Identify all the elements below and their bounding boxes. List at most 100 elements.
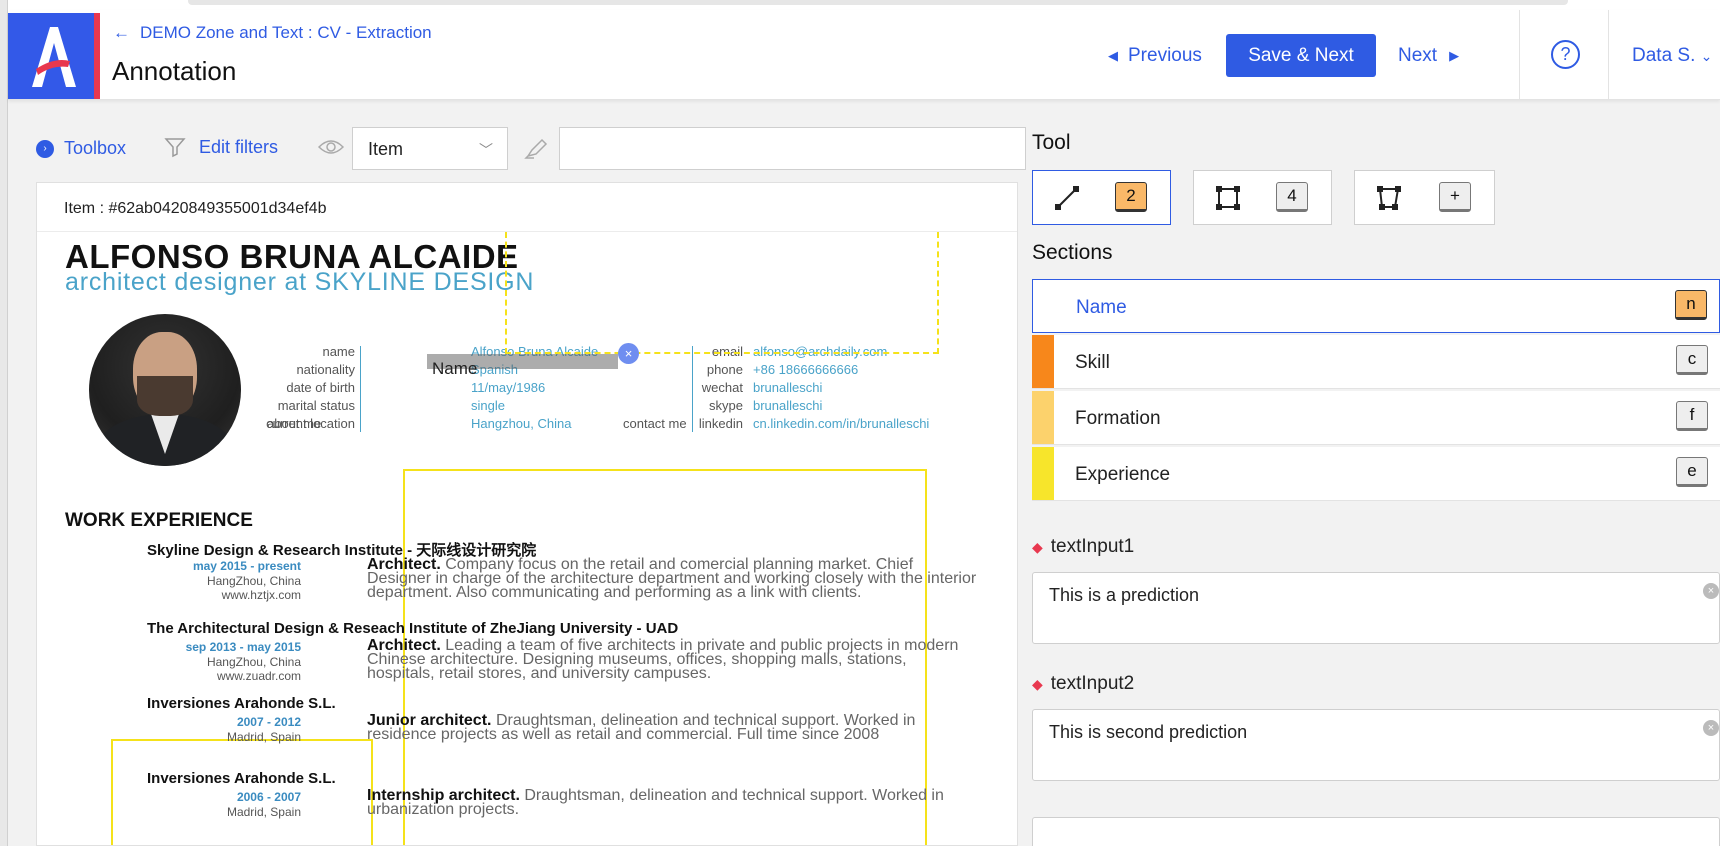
- breadcrumb[interactable]: ← DEMO Zone and Text : CV - Extraction: [113, 23, 432, 43]
- job-date: sep 2013 - may 2015: [185, 640, 301, 654]
- work-experience-title: WORK EXPERIENCE: [65, 510, 253, 531]
- view-select-value: Item: [368, 139, 404, 159]
- section-item-name[interactable]: Name n: [1032, 279, 1720, 333]
- info-label: current location: [266, 416, 355, 431]
- info-value: 11/may/1986: [471, 380, 546, 395]
- job-company: Inversiones Arahonde S.L.: [147, 695, 336, 712]
- section-item-formation[interactable]: Formation f: [1032, 391, 1720, 445]
- job-date: 2006 - 2007: [236, 790, 301, 804]
- app-logo[interactable]: [8, 13, 100, 99]
- view-select[interactable]: Item ﹀: [352, 127, 508, 170]
- help-icon[interactable]: ?: [1551, 40, 1580, 69]
- clear-icon[interactable]: ×: [1703, 583, 1719, 599]
- info-value: cn.linkedin.com/in/brunalleschi: [753, 416, 930, 431]
- text-input-1-label: ◆ textInput1: [1032, 536, 1135, 557]
- info-label: nationality: [296, 362, 355, 377]
- section-item-experience[interactable]: Experience e: [1032, 447, 1720, 501]
- save-next-button[interactable]: Save & Next: [1226, 34, 1376, 77]
- divider: [1608, 10, 1609, 100]
- next-label: Next: [1398, 45, 1438, 66]
- shortcut-key: 2: [1115, 182, 1147, 212]
- shortcut-key: c: [1676, 345, 1708, 375]
- arrow-left-icon: ←: [113, 23, 130, 42]
- highlighter-icon[interactable]: [524, 136, 550, 160]
- text-input-3[interactable]: [1032, 817, 1720, 846]
- line-tool-button[interactable]: 2: [1032, 170, 1171, 225]
- job-website: www.hztjx.com: [221, 588, 301, 602]
- user-menu[interactable]: Data S. ⌄: [1632, 45, 1712, 67]
- annotation-zone-dashed[interactable]: [505, 232, 939, 354]
- job-location: Madrid, Spain: [226, 805, 301, 819]
- text-input-2-value: This is second prediction: [1049, 722, 1248, 742]
- rectangle-tool-icon: [1216, 186, 1240, 210]
- job-description: Architect. Leading a team of five archit…: [367, 637, 959, 682]
- tag-icon: ◆: [1032, 675, 1043, 692]
- divider: [1519, 10, 1520, 100]
- info-value: brunalleschi: [753, 398, 823, 413]
- document-panel: Item : #62ab0420849355001d34ef4b ALFONSO…: [36, 182, 1018, 846]
- info-divider: [692, 346, 693, 432]
- info-label: date of birth: [286, 380, 355, 395]
- line-tool-icon: [1055, 186, 1079, 210]
- job-description: Junior architect. Draughtsman, delineati…: [367, 712, 916, 743]
- info-value: brunalleschi: [753, 380, 823, 395]
- section-label: Skill: [1075, 352, 1110, 373]
- search-input[interactable]: [559, 127, 1026, 170]
- filter-icon: [164, 138, 186, 158]
- section-color: [1032, 391, 1054, 444]
- toolbox-button[interactable]: › Toolbox: [36, 138, 126, 159]
- next-button[interactable]: Next ▶: [1398, 45, 1459, 67]
- breadcrumb-label: DEMO Zone and Text : CV - Extraction: [140, 23, 432, 42]
- info-label: marital status: [277, 398, 355, 413]
- section-item-skill[interactable]: Skill c: [1032, 335, 1720, 389]
- toolbox-label: Toolbox: [64, 138, 127, 158]
- left-gutter: [0, 0, 8, 846]
- text-input-1-value: This is a prediction: [1049, 585, 1200, 605]
- eye-icon[interactable]: [318, 138, 344, 156]
- filter-bar: › Toolbox Edit filters Item ﹀: [8, 100, 1028, 180]
- polygon-tool-button[interactable]: +: [1354, 170, 1495, 225]
- page-title: Annotation: [112, 56, 237, 86]
- contact-me-label: contact me: [623, 416, 687, 431]
- job-company: The Architectural Design & Reseach Insti…: [147, 620, 679, 637]
- chevron-right-circle-icon: ›: [36, 139, 54, 158]
- info-divider: [360, 346, 361, 432]
- section-label: Formation: [1075, 408, 1161, 429]
- text-input-1[interactable]: This is a prediction ×: [1032, 572, 1720, 644]
- info-label: phone: [706, 362, 743, 377]
- clear-icon[interactable]: ×: [1703, 720, 1719, 736]
- cv-image[interactable]: ALFONSO BRUNA ALCAIDE architect designer…: [37, 232, 1017, 845]
- annotation-panel: Tool 2 4 + Sections Name n Skill c Forma…: [1032, 100, 1720, 846]
- info-value: Hangzhou, China: [471, 416, 572, 431]
- info-value: +86 18666666666: [753, 362, 859, 377]
- previous-button[interactable]: ◀ Previous: [1108, 45, 1202, 67]
- polygon-tool-icon: [1377, 186, 1401, 210]
- edit-filters-button[interactable]: Edit filters: [163, 135, 278, 159]
- chevron-down-icon: ﹀: [479, 142, 493, 158]
- info-label: skype: [709, 398, 743, 413]
- tool-title: Tool: [1032, 131, 1071, 154]
- text-input-2[interactable]: This is second prediction ×: [1032, 709, 1720, 781]
- job-date: 2007 - 2012: [236, 715, 301, 729]
- browser-strip: [8, 0, 1720, 10]
- shortcut-key: n: [1675, 290, 1707, 320]
- info-label: wechat: [701, 380, 743, 395]
- shortcut-key: f: [1676, 401, 1708, 431]
- tag-icon: ◆: [1032, 538, 1043, 555]
- logo-a-icon: [32, 27, 76, 87]
- section-label: Name: [1076, 297, 1127, 318]
- section-label: Experience: [1075, 464, 1171, 485]
- section-color: [1032, 447, 1054, 500]
- previous-label: Previous: [1128, 45, 1202, 66]
- rectangle-tool-button[interactable]: 4: [1193, 170, 1332, 225]
- job-date: may 2015 - present: [192, 559, 301, 573]
- job-location: HangZhou, China: [206, 574, 301, 588]
- shortcut-key: +: [1439, 182, 1471, 212]
- section-color: [1032, 335, 1054, 388]
- cv-photo: [89, 314, 241, 466]
- job-location: HangZhou, China: [206, 655, 301, 669]
- sections-title: Sections: [1032, 241, 1113, 264]
- close-icon[interactable]: ×: [618, 343, 639, 364]
- annotation-label: Name: [432, 359, 478, 378]
- job-company: Inversiones Arahonde S.L.: [147, 770, 336, 787]
